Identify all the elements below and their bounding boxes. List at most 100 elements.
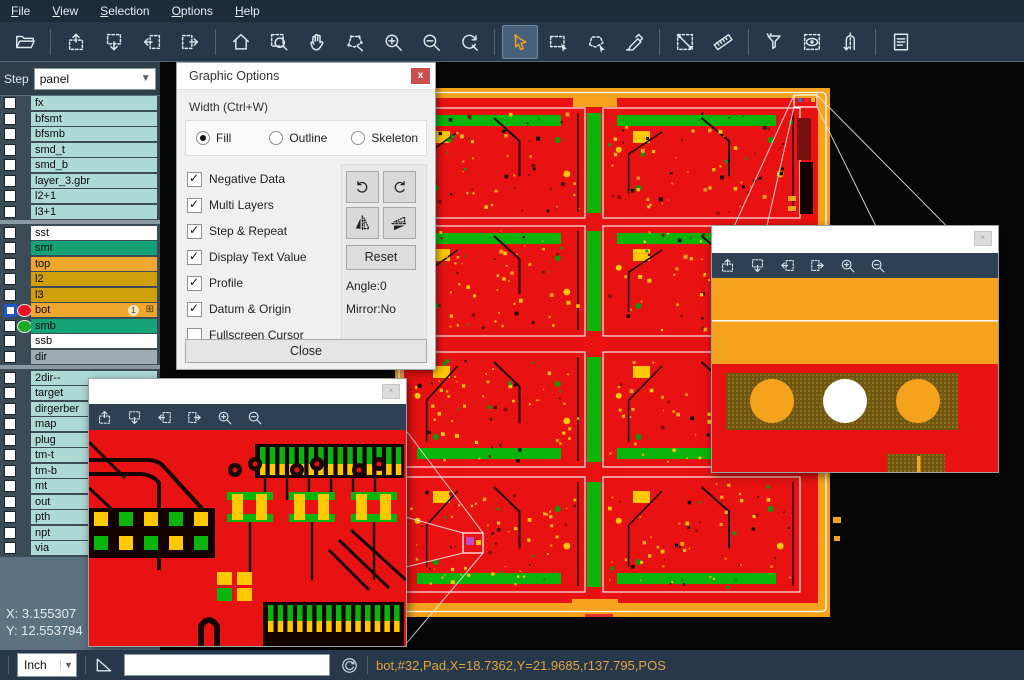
mirror-vertical-button[interactable] xyxy=(346,207,379,239)
menu-item-options[interactable]: Options xyxy=(161,0,224,22)
layer-checkbox[interactable] xyxy=(4,527,16,539)
layer-row-dir[interactable]: dir xyxy=(0,350,160,364)
pan-left-button[interactable] xyxy=(134,25,170,59)
layer-checkbox[interactable] xyxy=(4,227,16,239)
zoom-window-button[interactable] xyxy=(261,25,297,59)
layer-row-fx[interactable]: fx xyxy=(0,96,160,110)
layer-checkbox[interactable] xyxy=(4,418,16,430)
layer-checkbox[interactable] xyxy=(4,403,16,415)
window-button-icon[interactable]: × xyxy=(382,384,400,399)
layer-row-l3[interactable]: l3 xyxy=(0,288,160,302)
step-select[interactable]: panel ▼ xyxy=(34,68,156,90)
rotate-ccw-button[interactable] xyxy=(383,171,416,203)
layer-checkbox[interactable] xyxy=(4,496,16,508)
layer-name[interactable]: l2 xyxy=(31,272,157,286)
ruler-button[interactable] xyxy=(705,25,741,59)
zoom-in-button[interactable] xyxy=(832,254,862,278)
layer-row-l2+1[interactable]: l2+1 xyxy=(0,189,160,203)
layer-checkbox[interactable] xyxy=(4,449,16,461)
layer-name[interactable]: l3 xyxy=(31,288,157,302)
pan-right-button[interactable] xyxy=(802,254,832,278)
layer-name[interactable]: smt xyxy=(31,241,157,255)
layer-name[interactable]: smd_t xyxy=(31,143,157,157)
angle-measure-icon[interactable] xyxy=(94,655,114,675)
rotate-cw-button[interactable] xyxy=(346,171,379,203)
layer-checkbox[interactable] xyxy=(4,434,16,446)
layer-row-layer_3.gbr[interactable]: layer_3.gbr xyxy=(0,174,160,188)
layer-checkbox[interactable] xyxy=(4,511,16,523)
pan-left-button[interactable] xyxy=(149,405,179,429)
checkbox-profile[interactable]: Profile xyxy=(187,270,341,296)
layer-row-bfsmb[interactable]: bfsmb xyxy=(0,127,160,141)
layer-checkbox[interactable] xyxy=(4,113,16,125)
layer-checkbox[interactable] xyxy=(4,289,16,301)
measure-distance-button[interactable] xyxy=(667,25,703,59)
layer-checkbox[interactable] xyxy=(4,144,16,156)
dialog-title-bar[interactable]: Graphic Options x xyxy=(177,63,435,90)
layer-row-top[interactable]: top xyxy=(0,257,160,271)
checkbox-display-text-value[interactable]: Display Text Value xyxy=(187,244,341,270)
layer-checkbox[interactable] xyxy=(4,273,16,285)
layer-name[interactable]: fx xyxy=(31,96,157,110)
zoom-in-button[interactable] xyxy=(375,25,411,59)
layer-checkbox[interactable] xyxy=(4,304,17,317)
select-arrow-button[interactable] xyxy=(502,25,538,59)
snap-button[interactable] xyxy=(832,25,868,59)
layer-checkbox[interactable] xyxy=(4,258,16,270)
layer-row-smd_b[interactable]: smd_b xyxy=(0,158,160,172)
layer-name[interactable]: ssb xyxy=(31,334,157,348)
menu-item-view[interactable]: View xyxy=(41,0,89,22)
layer-name[interactable]: bot1⊞ xyxy=(31,303,157,317)
zoom-in-button[interactable] xyxy=(209,405,239,429)
layer-name[interactable]: smd_b xyxy=(31,158,157,172)
unit-select[interactable]: Inch ▼ xyxy=(17,653,77,677)
layer-checkbox[interactable] xyxy=(4,542,16,554)
zoom-window-left-title-bar[interactable]: × xyxy=(89,379,406,404)
layer-name[interactable]: l3+1 xyxy=(31,205,157,219)
select-polygon-button[interactable] xyxy=(578,25,614,59)
layer-checkbox[interactable] xyxy=(4,465,16,477)
zoom-previous-button[interactable] xyxy=(451,25,487,59)
layer-checkbox[interactable] xyxy=(4,206,16,218)
pan-up-button[interactable] xyxy=(89,405,119,429)
zoom-window-right-title-bar[interactable]: × xyxy=(712,226,998,253)
layer-name[interactable]: smb xyxy=(31,319,157,333)
menu-item-selection[interactable]: Selection xyxy=(89,0,160,22)
layer-name[interactable]: sst xyxy=(31,226,157,240)
pan-down-button[interactable] xyxy=(96,25,132,59)
layer-checkbox[interactable] xyxy=(4,320,16,332)
close-button[interactable]: Close xyxy=(185,339,427,363)
layer-row-ssb[interactable]: ssb xyxy=(0,334,160,348)
layer-checkbox[interactable] xyxy=(4,242,16,254)
layer-checkbox[interactable] xyxy=(4,372,16,384)
layer-row-smd_t[interactable]: smd_t xyxy=(0,143,160,157)
menu-item-file[interactable]: File xyxy=(0,0,41,22)
pan-right-button[interactable] xyxy=(179,405,209,429)
radio-skeleton[interactable]: Skeleton xyxy=(351,131,418,145)
select-rectangle-button[interactable] xyxy=(540,25,576,59)
layer-checkbox[interactable] xyxy=(4,159,16,171)
layer-checkbox[interactable] xyxy=(4,97,16,109)
zoom-out-button[interactable] xyxy=(239,405,269,429)
layer-row-l2[interactable]: l2 xyxy=(0,272,160,286)
layer-checkbox[interactable] xyxy=(4,190,16,202)
pan-hand-button[interactable] xyxy=(299,25,335,59)
layer-row-sst[interactable]: sst xyxy=(0,226,160,240)
brush-button[interactable] xyxy=(616,25,652,59)
pan-down-button[interactable] xyxy=(119,405,149,429)
pan-up-button[interactable] xyxy=(712,254,742,278)
layer-row-bfsmt[interactable]: bfsmt xyxy=(0,112,160,126)
zoom-polygon-button[interactable] xyxy=(337,25,373,59)
checkbox-step-repeat[interactable]: Step & Repeat xyxy=(187,218,341,244)
command-input[interactable] xyxy=(124,654,330,676)
layer-name[interactable]: dir xyxy=(31,350,157,364)
layer-checkbox[interactable] xyxy=(4,480,16,492)
home-button[interactable] xyxy=(223,25,259,59)
layer-checkbox[interactable] xyxy=(4,128,16,140)
highlight-view-button[interactable] xyxy=(794,25,830,59)
layer-checkbox[interactable] xyxy=(4,351,16,363)
checkbox-datum-origin[interactable]: Datum & Origin xyxy=(187,296,341,322)
checkbox-negative-data[interactable]: Negative Data xyxy=(187,166,341,192)
close-icon[interactable]: x xyxy=(411,68,430,84)
refresh-icon[interactable] xyxy=(340,656,359,675)
